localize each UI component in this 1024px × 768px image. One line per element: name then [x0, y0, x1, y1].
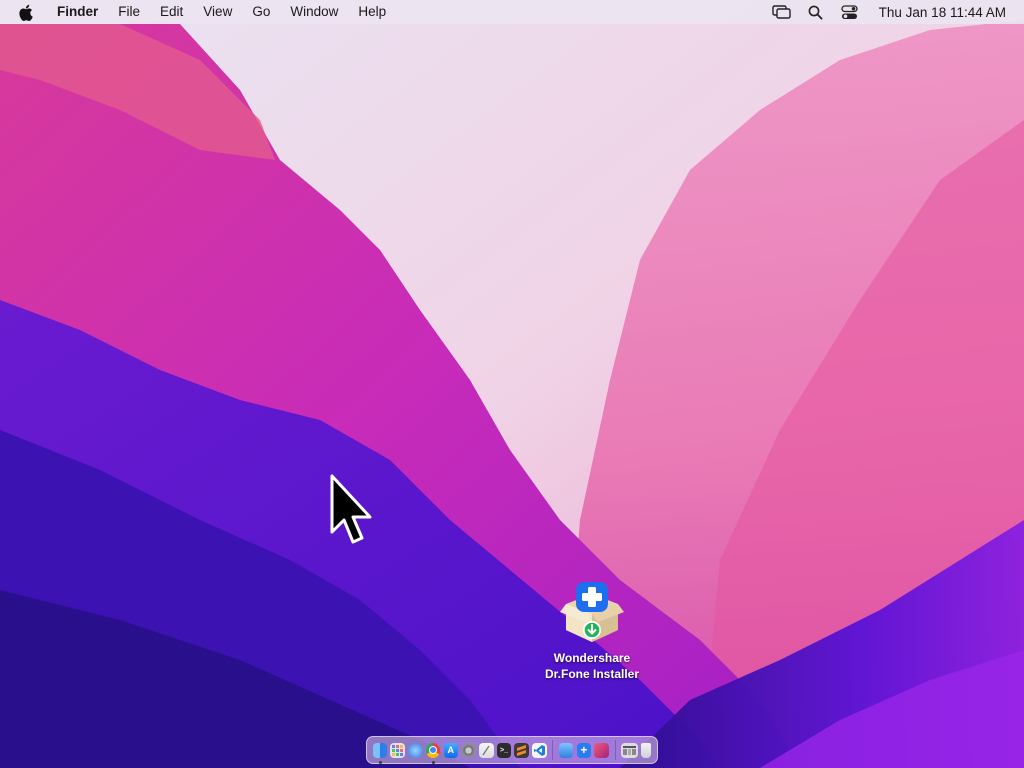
desktop-icon-label-line1: Wondershare	[553, 651, 631, 665]
menu-view[interactable]: View	[193, 0, 242, 24]
menu-go[interactable]: Go	[242, 0, 280, 24]
dock-launchpad-icon[interactable]	[390, 742, 405, 758]
dock-downloads-folder-icon[interactable]	[621, 742, 638, 758]
dock-terminal-icon[interactable]: >_	[496, 742, 512, 758]
installer-box-icon	[558, 580, 626, 646]
menu-bar-clock[interactable]: Thu Jan 18 11:44 AM	[879, 5, 1006, 20]
dock-photo-app-icon[interactable]	[594, 742, 609, 758]
dock-notes-icon[interactable]	[479, 742, 494, 758]
menu-file[interactable]: File	[108, 0, 150, 24]
dock-vscode-icon[interactable]	[532, 742, 547, 758]
spotlight-search-icon[interactable]	[806, 4, 826, 20]
dock-dr-fone-icon[interactable]: +	[576, 742, 592, 758]
desktop[interactable]: Finder File Edit View Go Window Help Thu…	[0, 0, 1024, 768]
menu-app-name[interactable]: Finder	[49, 0, 108, 24]
menu-window[interactable]: Window	[280, 0, 348, 24]
dock-sublime-icon[interactable]	[514, 742, 530, 758]
screen-mirroring-icon[interactable]	[772, 4, 792, 20]
menu-bar: Finder File Edit View Go Window Help Thu…	[0, 0, 1024, 24]
dock-separator-2	[614, 740, 616, 760]
mouse-cursor-icon	[330, 474, 372, 544]
dock-safari-icon[interactable]	[408, 742, 423, 758]
control-center-icon[interactable]	[840, 4, 860, 20]
dock-preview-icon[interactable]	[558, 742, 574, 758]
dock: A >_ +	[366, 736, 658, 764]
dock-chrome-icon[interactable]	[425, 742, 441, 764]
dock-separator	[552, 740, 554, 760]
apple-logo-icon[interactable]	[18, 3, 36, 21]
dock-trash-icon[interactable]	[640, 742, 652, 758]
desktop-icon-label-line2: Dr.Fone Installer	[544, 667, 640, 681]
wallpaper	[0, 0, 1024, 768]
menu-edit[interactable]: Edit	[150, 0, 193, 24]
dock-system-settings-icon[interactable]	[461, 742, 476, 758]
menu-help[interactable]: Help	[348, 0, 396, 24]
dock-finder-icon[interactable]	[372, 742, 388, 764]
dock-app-store-icon[interactable]: A	[443, 742, 459, 758]
desktop-icon-drfone-installer[interactable]: Wondershare Dr.Fone Installer	[530, 580, 654, 682]
